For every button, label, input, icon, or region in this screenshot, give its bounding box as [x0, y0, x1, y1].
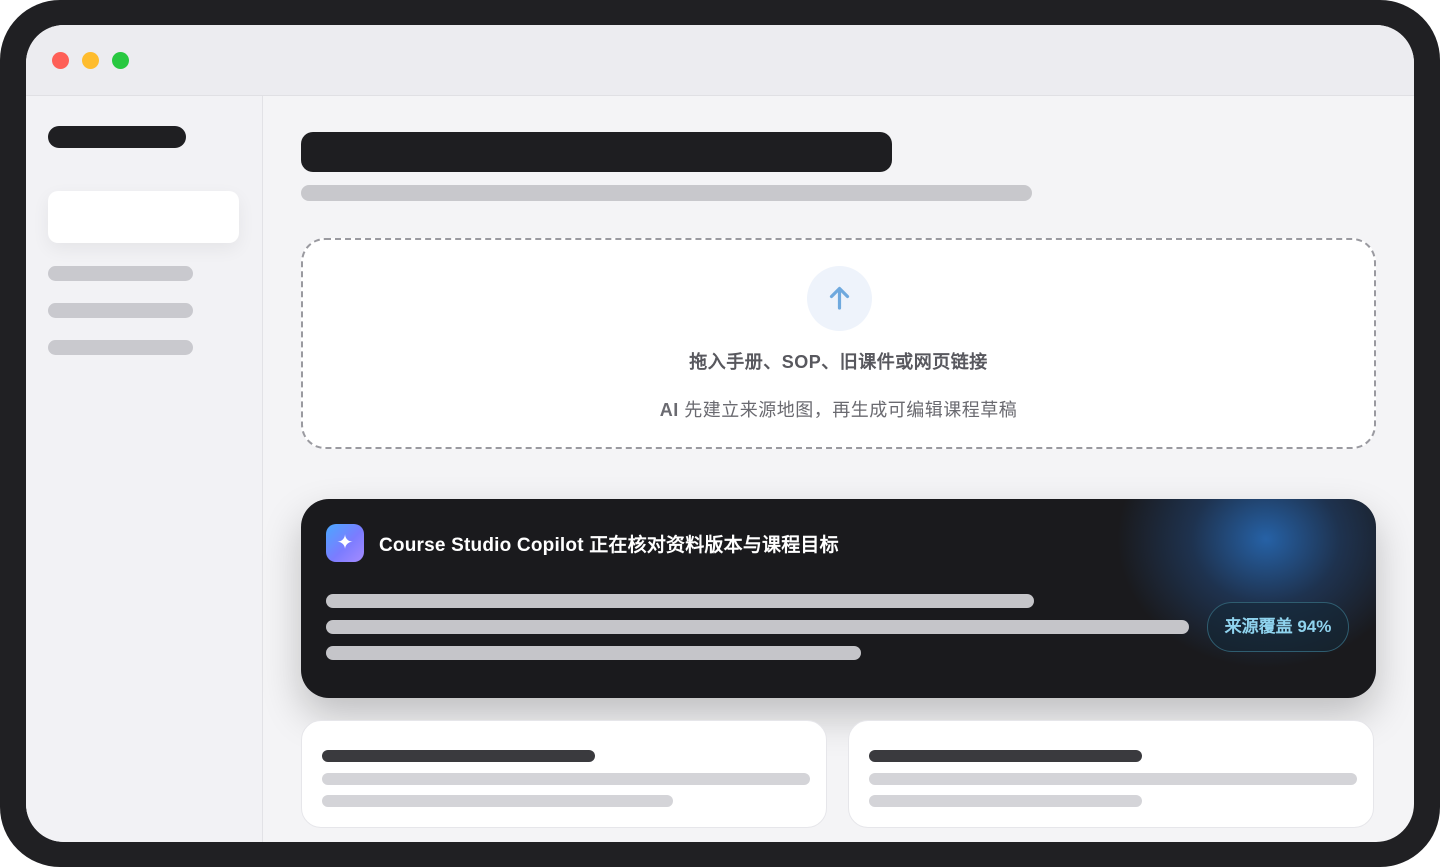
- copilot-status-title: Course Studio Copilot 正在核对资料版本与课程目标: [379, 535, 839, 556]
- dropzone-subtitle-text: 先建立来源地图，再生成可编辑课程草稿: [678, 400, 1018, 420]
- card-heading-placeholder: [322, 750, 595, 762]
- card-text-line: [322, 773, 810, 785]
- dropzone-title: 拖入手册、SOP、旧课件或网页链接: [689, 352, 988, 372]
- close-window-button[interactable]: [52, 52, 69, 69]
- minimize-window-button[interactable]: [82, 52, 99, 69]
- summary-card[interactable]: [301, 720, 827, 828]
- card-text-line: [869, 795, 1142, 807]
- copilot-panel: ✦ Course Studio Copilot 正在核对资料版本与课程目标 来源…: [301, 499, 1376, 698]
- zoom-window-button[interactable]: [112, 52, 129, 69]
- card-text-line: [869, 773, 1357, 785]
- sidebar-title-placeholder: [48, 126, 186, 148]
- upload-arrow-icon: [829, 286, 850, 310]
- card-text-line: [322, 795, 673, 807]
- card-heading-placeholder: [869, 750, 1142, 762]
- app-window: 拖入手册、SOP、旧课件或网页链接 AI 先建立来源地图，再生成可编辑课程草稿 …: [26, 25, 1414, 842]
- sparkle-icon: ✦: [326, 524, 364, 562]
- page-title-placeholder: [301, 132, 892, 172]
- device-frame: 拖入手册、SOP、旧课件或网页链接 AI 先建立来源地图，再生成可编辑课程草稿 …: [0, 0, 1440, 867]
- copilot-text-line: [326, 620, 1189, 634]
- sidebar-item[interactable]: [48, 303, 193, 318]
- sidebar-item[interactable]: [48, 266, 193, 281]
- sidebar-item-active[interactable]: [48, 191, 239, 243]
- main-content: 拖入手册、SOP、旧课件或网页链接 AI 先建立来源地图，再生成可编辑课程草稿 …: [263, 96, 1414, 842]
- sidebar-item[interactable]: [48, 340, 193, 355]
- dropzone-subtitle: AI 先建立来源地图，再生成可编辑课程草稿: [303, 396, 1374, 422]
- page-subtitle-placeholder: [301, 185, 1032, 201]
- title-bar: [26, 25, 1414, 96]
- copilot-text-line: [326, 594, 1034, 608]
- sidebar: [26, 96, 263, 842]
- upload-button[interactable]: [807, 266, 872, 331]
- copilot-text-line: [326, 646, 861, 660]
- upload-dropzone[interactable]: 拖入手册、SOP、旧课件或网页链接 AI 先建立来源地图，再生成可编辑课程草稿: [301, 238, 1376, 449]
- source-coverage-badge[interactable]: 来源覆盖 94%: [1207, 602, 1349, 652]
- summary-card[interactable]: [848, 720, 1374, 828]
- ai-label: AI: [659, 400, 679, 420]
